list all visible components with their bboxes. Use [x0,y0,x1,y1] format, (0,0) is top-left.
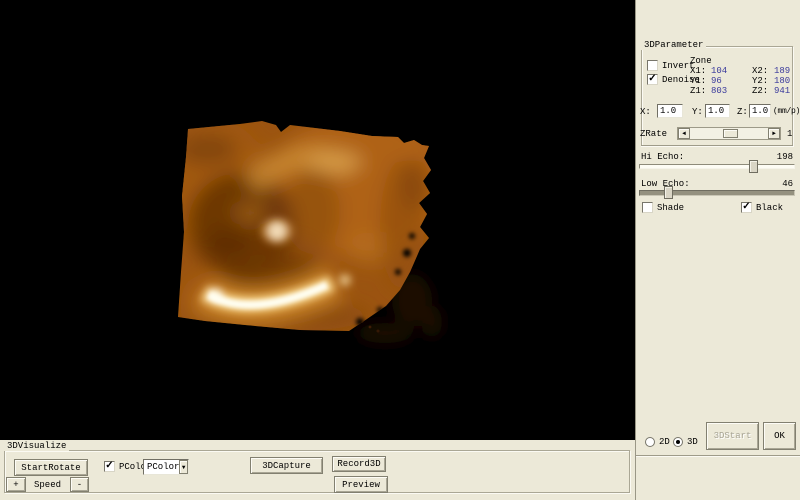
zone-x2-value: 189 [774,66,790,76]
speed-plus-button[interactable]: + [6,477,26,492]
shade-checkbox-box[interactable] [642,202,653,213]
start-rotate-button[interactable]: StartRotate [14,459,88,476]
zrate-thumb[interactable] [723,129,738,138]
scale-z-label: Z: [737,107,748,117]
view-mode-2d-radio[interactable]: 2D [645,437,670,447]
low-echo-slider-track[interactable] [639,190,795,196]
preview-button[interactable]: Preview [334,476,388,493]
zone-z1-label: Z1: [690,86,706,96]
low-echo-value: 46 [782,179,793,189]
divider [636,455,800,457]
hi-echo-slider-thumb[interactable] [749,160,758,173]
hi-echo-label: Hi Echo: [641,152,684,162]
denoise-checkbox-box[interactable]: ✓ [647,74,658,85]
zone-y2-label: Y2: [752,76,768,86]
zrate-track[interactable] [690,128,768,139]
view-mode-2d-radio-circle[interactable] [645,437,655,447]
shade-checkbox[interactable]: Shade [642,202,684,213]
zone-y1-label: Y1: [690,76,706,86]
pcolor-dropdown-value: PColor [144,462,179,472]
scale-x-input[interactable] [657,104,683,118]
zone-x2-label: X2: [752,66,768,76]
zone-z2-value: 941 [774,86,790,96]
zone-z1-value: 803 [711,86,727,96]
3d-viewport[interactable] [0,0,635,440]
speed-minus-button[interactable]: - [70,477,89,492]
speed-label: Speed [34,480,61,490]
hi-echo-slider-track[interactable] [639,164,795,169]
3d-capture-button[interactable]: 3DCapture [250,457,323,474]
chevron-down-icon[interactable]: ▼ [179,460,188,474]
pcolor-checkbox-box[interactable]: ✓ [104,461,115,472]
scroll-left-icon[interactable]: ◄ [678,128,690,139]
black-checkbox-box[interactable]: ✓ [741,202,752,213]
pcolor-dropdown[interactable]: PColor ▼ [143,459,189,475]
zone-label: Zone [690,56,712,66]
hi-echo-value: 198 [777,152,793,162]
view-mode-3d-label: 3D [687,437,698,447]
record-3d-button[interactable]: Record3D [332,456,386,472]
3d-start-button[interactable]: 3DStart [706,422,759,450]
zone-y2-value: 180 [774,76,790,86]
view-mode-3d-radio[interactable]: 3D [673,437,698,447]
zrate-label: ZRate [640,129,667,139]
shade-checkbox-label: Shade [657,203,684,213]
view-mode-3d-radio-circle[interactable] [673,437,683,447]
low-echo-slider-thumb[interactable] [664,186,673,199]
scroll-right-icon[interactable]: ► [768,128,780,139]
ultrasound-render [0,0,635,440]
scale-y-label: Y: [692,107,703,117]
zrate-value: 1 [787,129,792,139]
invert-checkbox-box[interactable] [647,60,658,71]
scale-z-input[interactable] [749,104,771,118]
zone-x1-label: X1: [690,66,706,76]
zone-x1-value: 104 [711,66,727,76]
view-mode-2d-label: 2D [659,437,670,447]
scale-unit-label: (mm/p) [773,107,800,116]
invert-checkbox[interactable]: Invert [647,60,694,71]
visualize-group-title: 3DVisualize [4,442,69,451]
zone-z2-label: Z2: [752,86,768,96]
zone-y1-value: 96 [711,76,722,86]
black-checkbox-label: Black [756,203,783,213]
visualize-panel: 3DVisualize StartRotate + Speed - ✓ PCol… [0,440,635,500]
zrate-scrollbar[interactable]: ◄ ► [677,127,781,140]
divider [641,145,793,147]
parameter-group-title: 3DParameter [641,41,706,50]
scale-y-input[interactable] [705,104,730,118]
ok-button[interactable]: OK [763,422,796,450]
scale-x-label: X: [640,107,651,117]
black-checkbox[interactable]: ✓ Black [741,202,783,213]
parameter-panel: 3DParameter Invert ✓ Denoise Zone X1: 10… [635,0,800,500]
